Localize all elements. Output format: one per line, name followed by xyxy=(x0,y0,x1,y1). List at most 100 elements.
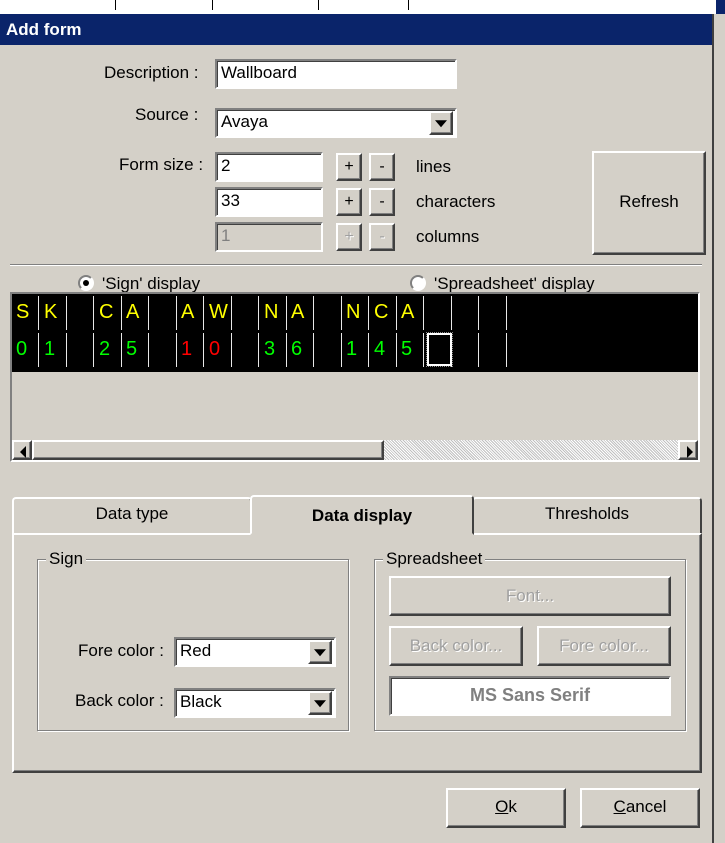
sign-group-title: Sign xyxy=(46,549,87,569)
sign-cell[interactable] xyxy=(150,333,177,367)
source-value: Avaya xyxy=(221,112,268,131)
ok-button-label: k xyxy=(508,797,517,816)
refresh-button[interactable]: Refresh xyxy=(592,151,706,255)
fore-color-dropdown-button[interactable] xyxy=(308,640,332,664)
sign-cell[interactable]: A xyxy=(287,296,314,330)
sign-cell[interactable]: K xyxy=(40,296,67,330)
fore-color-value: Red xyxy=(180,641,212,660)
columns-minus-button: - xyxy=(369,223,395,251)
dialog-title: Add form xyxy=(0,14,712,45)
spreadsheet-display-label[interactable]: 'Spreadsheet' display xyxy=(434,274,595,294)
separator xyxy=(10,264,702,266)
sign-cell[interactable]: N xyxy=(342,296,369,330)
sign-cell[interactable]: 5 xyxy=(397,333,424,367)
spreadsheet-group-title: Spreadsheet xyxy=(383,549,486,569)
scroll-left-button[interactable] xyxy=(12,440,32,460)
sign-preview: SKCAAWNANCA01251036145 xyxy=(10,292,700,462)
arrow-left-icon xyxy=(20,446,26,458)
sign-cell[interactable]: 1 xyxy=(342,333,369,367)
sign-cell[interactable]: W xyxy=(205,296,232,330)
sign-cell[interactable]: C xyxy=(95,296,122,330)
lines-label: lines xyxy=(416,157,451,176)
cancel-button-label: ancel xyxy=(625,797,667,816)
sign-cell[interactable]: C xyxy=(370,296,397,330)
sign-cell[interactable]: 6 xyxy=(287,333,314,367)
sign-cell[interactable] xyxy=(315,333,342,367)
horizontal-scrollbar[interactable] xyxy=(12,440,698,460)
sign-cell[interactable] xyxy=(452,333,479,367)
description-input[interactable]: Wallboard xyxy=(215,59,457,89)
sign-cell[interactable]: A xyxy=(122,296,149,330)
lines-minus-button[interactable]: - xyxy=(369,153,395,181)
spreadsheet-display-radio[interactable] xyxy=(410,275,426,291)
source-select[interactable]: Avaya xyxy=(215,108,457,138)
spreadsheet-group: Spreadsheet Font... Back color... Fore c… xyxy=(374,549,686,731)
data-display-panel: Sign Fore color : Red Back color : Black… xyxy=(12,533,702,773)
cancel-button[interactable]: Cancel xyxy=(580,788,700,828)
background-strip xyxy=(0,0,725,14)
sign-cell[interactable]: N xyxy=(260,296,287,330)
chevron-down-icon xyxy=(314,649,326,657)
sign-display-radio[interactable] xyxy=(78,275,94,291)
sign-cell[interactable] xyxy=(232,296,259,330)
scroll-right-button[interactable] xyxy=(678,440,698,460)
ok-button-mnemonic: O xyxy=(495,797,509,816)
sign-cell[interactable] xyxy=(452,296,479,330)
sign-cell[interactable] xyxy=(425,296,452,330)
chevron-down-icon xyxy=(314,700,326,708)
source-label: Source : xyxy=(135,105,199,124)
characters-minus-button[interactable]: - xyxy=(369,188,395,216)
sign-display-label[interactable]: 'Sign' display xyxy=(102,274,200,294)
description-label: Description : xyxy=(104,63,199,82)
font-button: Font... xyxy=(389,576,671,616)
sign-cell[interactable]: 1 xyxy=(40,333,67,367)
sign-cell[interactable]: 3 xyxy=(260,333,287,367)
characters-label: characters xyxy=(416,192,496,211)
add-form-dialog: Add form Description : Wallboard Source … xyxy=(0,14,714,843)
sign-cell[interactable]: 5 xyxy=(122,333,149,367)
sign-cell[interactable]: A xyxy=(177,296,204,330)
sign-cell[interactable] xyxy=(67,296,94,330)
lines-plus-button[interactable]: + xyxy=(336,153,362,181)
sign-cell[interactable]: S xyxy=(12,296,39,330)
source-dropdown-button[interactable] xyxy=(429,111,453,135)
columns-label: columns xyxy=(416,227,480,246)
sign-cell[interactable] xyxy=(150,296,177,330)
back-color-label: Back color : xyxy=(75,691,164,710)
sign-grid[interactable]: SKCAAWNANCA01251036145 xyxy=(12,294,698,372)
sign-cell[interactable]: 1 xyxy=(177,333,204,367)
tab-data-display[interactable]: Data display xyxy=(250,495,474,535)
sign-cell[interactable]: 4 xyxy=(370,333,397,367)
tab-data-type[interactable]: Data type xyxy=(12,497,252,533)
sign-group: Sign Fore color : Red Back color : Black xyxy=(37,549,349,731)
chevron-down-icon xyxy=(435,120,447,128)
scroll-track[interactable] xyxy=(384,440,678,460)
form-size-label: Form size : xyxy=(119,155,204,174)
arrow-right-icon xyxy=(687,446,693,458)
back-color-dropdown-button[interactable] xyxy=(308,691,332,715)
sign-cell[interactable]: A xyxy=(397,296,424,330)
columns-plus-button: + xyxy=(336,223,362,251)
columns-input: 1 xyxy=(215,222,323,252)
lines-input[interactable]: 2 xyxy=(215,152,323,182)
fore-color-button: Fore color... xyxy=(537,626,671,666)
sign-cell[interactable]: 0 xyxy=(12,333,39,367)
sign-cell[interactable]: 2 xyxy=(95,333,122,367)
sign-cell[interactable]: 0 xyxy=(205,333,232,367)
scroll-thumb[interactable] xyxy=(32,440,384,460)
ok-button[interactable]: Ok xyxy=(446,788,566,828)
cancel-button-mnemonic: C xyxy=(613,797,626,816)
tab-thresholds[interactable]: Thresholds xyxy=(472,497,702,533)
fore-color-label: Fore color : xyxy=(78,641,164,660)
characters-plus-button[interactable]: + xyxy=(336,188,362,216)
selected-cell[interactable] xyxy=(426,332,453,367)
sign-cell[interactable] xyxy=(480,296,507,330)
sign-cell[interactable] xyxy=(232,333,259,367)
sign-cell[interactable] xyxy=(67,333,94,367)
sign-cell[interactable] xyxy=(480,333,507,367)
characters-input[interactable]: 33 xyxy=(215,187,323,217)
back-color-button: Back color... xyxy=(389,626,523,666)
sign-cell[interactable] xyxy=(315,296,342,330)
back-color-value: Black xyxy=(180,692,222,711)
font-preview: MS Sans Serif xyxy=(389,676,671,716)
